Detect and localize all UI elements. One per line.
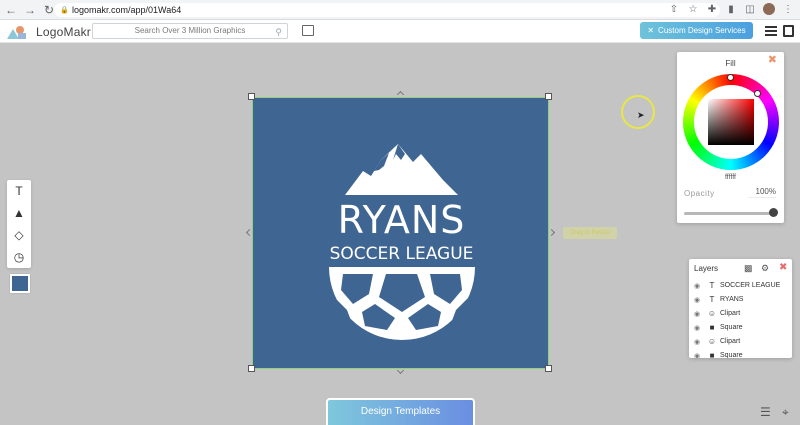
history-icon[interactable]: ◷ <box>14 250 24 264</box>
color-swatch[interactable] <box>10 274 30 293</box>
brand-name: LogoMakr <box>36 25 91 39</box>
search-icon[interactable]: ⚲ <box>275 25 282 39</box>
profile-avatar[interactable] <box>763 3 775 15</box>
layer-label: RYANS <box>720 296 744 303</box>
crop-icon[interactable]: ⌖ <box>782 405 789 420</box>
share-icon[interactable]: ⇧ <box>668 3 680 15</box>
saturation-value-picker[interactable] <box>708 99 754 145</box>
resize-handle-top-right[interactable] <box>545 93 552 100</box>
resize-hint: Drag to Resize <box>563 227 617 239</box>
text-layer-icon: T <box>709 281 715 290</box>
opacity-slider[interactable] <box>684 212 774 215</box>
layer-row[interactable]: ◉ ☺ Clipart <box>694 307 790 320</box>
resize-handle-bottom-left[interactable] <box>248 365 255 372</box>
logomakr-logo-icon <box>7 26 26 39</box>
square-layer-icon: ■ <box>709 351 715 358</box>
shape-tool-icon[interactable]: ▲ <box>13 206 25 220</box>
left-toolbar: T ▲ ◇ ◷ <box>7 180 31 268</box>
text-tool-icon[interactable]: T <box>15 184 22 198</box>
sidebar-icon[interactable]: ◫ <box>744 3 756 15</box>
canvas-title-text[interactable]: RYANS <box>253 198 550 242</box>
kebab-menu-icon[interactable]: ⋮ <box>782 3 794 15</box>
puzzle-icon[interactable]: ▮ <box>725 3 737 15</box>
mouse-cursor-icon: ➤ <box>637 110 645 120</box>
star-icon[interactable]: ☆ <box>687 3 699 15</box>
graphics-search-input[interactable]: Search Over 3 Million Graphics ⚲ <box>92 23 288 39</box>
layer-row[interactable]: ◉ ☺ Clipart <box>694 335 790 348</box>
custom-design-services-button[interactable]: ✕ Custom Design Services <box>640 22 753 39</box>
canvas-subtitle-text[interactable]: SOCCER LEAGUE <box>253 244 550 264</box>
layer-label: Square <box>720 352 743 358</box>
browser-actions: ⇧ ☆ ✚ ▮ ◫ ⋮ <box>668 3 794 15</box>
opacity-slider-knob[interactable] <box>769 208 778 217</box>
layer-row[interactable]: ◉ T SOCCER LEAGUE <box>694 279 790 292</box>
tools-icon: ✕ <box>647 26 655 35</box>
hex-value[interactable]: ffffff <box>677 174 784 181</box>
eye-icon[interactable]: ◉ <box>694 282 704 290</box>
eraser-tool-icon[interactable]: ◇ <box>14 228 23 242</box>
design-canvas[interactable]: RYANS SOCCER LEAGUE <box>252 97 549 369</box>
fill-panel-title: Fill <box>725 59 736 68</box>
layer-row[interactable]: ◉ ■ Square <box>694 349 790 358</box>
gear-icon[interactable]: ⚙ <box>761 263 769 274</box>
layer-label: Clipart <box>720 338 741 345</box>
custom-design-label: Custom Design Services <box>658 26 746 35</box>
layer-label: Clipart <box>720 310 741 317</box>
close-layers-icon[interactable]: ✖ <box>779 262 787 273</box>
add-layer-image-icon[interactable]: ▩ <box>744 263 753 274</box>
image-upload-icon[interactable] <box>302 25 314 36</box>
resize-handle-top-left[interactable] <box>248 93 255 100</box>
eye-icon[interactable]: ◉ <box>694 310 704 318</box>
opacity-input[interactable]: 100% <box>748 187 776 198</box>
clipart-layer-icon: ☺ <box>707 309 717 318</box>
square-layer-icon: ■ <box>709 323 715 332</box>
resize-handle-bottom-right[interactable] <box>545 365 552 372</box>
hamburger-menu-icon[interactable] <box>765 26 777 36</box>
eye-icon[interactable]: ◉ <box>694 324 704 332</box>
search-placeholder: Search Over 3 Million Graphics <box>134 26 246 35</box>
color-marker[interactable] <box>754 90 761 97</box>
hue-marker[interactable] <box>727 74 734 81</box>
layer-row[interactable]: ◉ T RYANS <box>694 293 790 306</box>
extension-icon[interactable]: ✚ <box>706 3 718 15</box>
address-bar[interactable]: 🔒 logomakr.com/app/01Wa64 <box>54 3 720 17</box>
clipart-layer-icon: ☺ <box>707 337 717 346</box>
app-header: LogoMakr Search Over 3 Million Graphics … <box>0 20 800 43</box>
forward-icon[interactable]: → <box>22 2 38 18</box>
lock-icon: 🔒 <box>60 7 69 14</box>
layers-stack-icon[interactable]: ☰ <box>760 405 771 419</box>
eye-icon[interactable]: ◉ <box>694 352 704 359</box>
layer-label: Square <box>720 324 743 331</box>
layer-row[interactable]: ◉ ■ Square <box>694 321 790 334</box>
browser-chrome: ← → ↻ 🔒 logomakr.com/app/01Wa64 ⇧ ☆ ✚ ▮ … <box>0 0 800 20</box>
hue-wheel[interactable] <box>683 74 779 170</box>
layer-label: SOCCER LEAGUE <box>720 282 781 289</box>
opacity-label: Opacity <box>684 189 715 198</box>
fill-color-panel: ✖ Fill ffffff Opacity 100% <box>677 52 784 223</box>
save-icon[interactable] <box>783 25 794 37</box>
layers-title: Layers <box>694 264 719 273</box>
eye-icon[interactable]: ◉ <box>694 296 704 304</box>
layers-panel: Layers ▩ ⚙ ✖ ◉ T SOCCER LEAGUE ◉ T RYANS ◉ ☺ Cli… <box>689 259 792 358</box>
design-templates-button[interactable]: Design Templates <box>326 398 475 425</box>
url-text: logomakr.com/app/01Wa64 <box>72 5 182 15</box>
eye-icon[interactable]: ◉ <box>694 338 704 346</box>
text-layer-icon: T <box>709 295 715 304</box>
back-icon[interactable]: ← <box>3 2 19 18</box>
